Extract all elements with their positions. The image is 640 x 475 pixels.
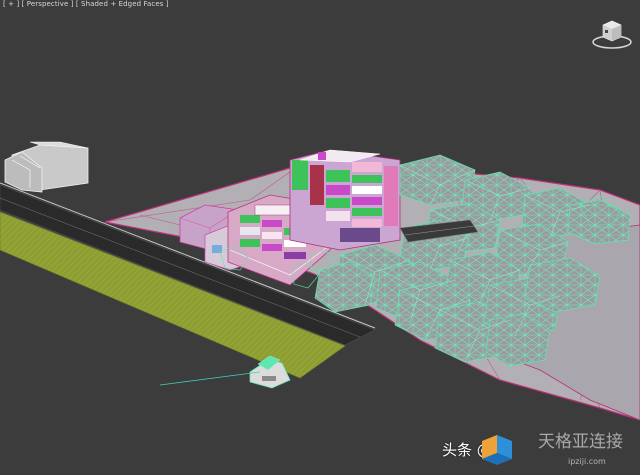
watermark-site-text: 天格亚连接 [538, 432, 623, 452]
camera-target-line [159, 371, 261, 386]
perspective-viewport[interactable]: [ + ] [ Perspective ] [ Shaded + Edged F… [0, 0, 640, 475]
toutiao-logo-icon [482, 435, 512, 465]
viewcube-icon[interactable] [590, 15, 634, 51]
main-tower[interactable] [289, 149, 401, 251]
distant-building[interactable] [4, 141, 89, 193]
watermark: 头条 @ 天格亚连接 ipziji.com [440, 425, 640, 475]
scene-canvas[interactable] [0, 0, 640, 475]
watermark-url: ipziji.com [568, 457, 606, 466]
viewport-label[interactable]: [ + ] [ Perspective ] [ Shaded + Edged F… [3, 0, 169, 8]
